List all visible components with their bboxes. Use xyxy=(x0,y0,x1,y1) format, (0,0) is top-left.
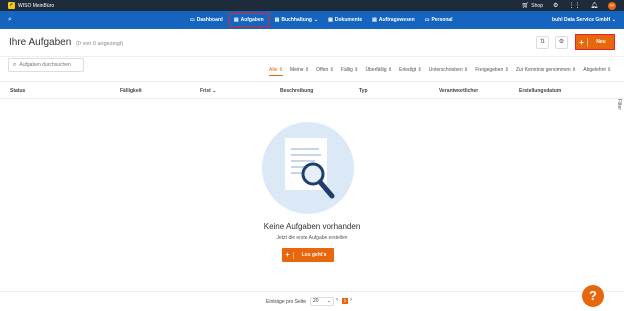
filter-label: Offen xyxy=(316,67,329,73)
per-page-select[interactable]: 20 ⌄ xyxy=(310,297,334,306)
task-search[interactable]: ⌕ xyxy=(8,58,84,72)
filter-side-tab[interactable]: Filter xyxy=(616,99,622,110)
page-title-text: Ihre Aufgaben xyxy=(9,37,72,48)
shop-link[interactable]: 🛒︎ Shop xyxy=(522,3,543,9)
nav-item-aufgaben[interactable]: ▤ Aufgaben xyxy=(228,13,269,27)
page-header: Ihre Aufgaben (0 von 0 angezeigt) ⇅ ⚙ + … xyxy=(0,29,624,57)
nav-item-label: Buchhaltung xyxy=(281,17,312,23)
get-started-label: Los geht's xyxy=(301,252,327,258)
orders-icon: ▤ xyxy=(372,17,377,23)
nav-item-personal[interactable]: ▭ Personal xyxy=(421,14,457,26)
plus-icon: + xyxy=(282,251,294,259)
chevron-down-icon: ⌄ xyxy=(313,17,319,23)
sort-button[interactable]: ⇅ xyxy=(536,36,549,49)
filter-erledigt[interactable]: Erledigt ⇕ xyxy=(399,67,422,76)
sort-icon: ⇅ xyxy=(539,39,546,45)
gear-icon[interactable]: ⚙ xyxy=(553,3,558,9)
search-input[interactable] xyxy=(19,62,80,68)
apps-grid-icon[interactable]: ⋮⋮ xyxy=(568,3,580,9)
dashboard-icon: ▭ xyxy=(190,17,195,23)
prev-page-icon[interactable]: ‹ xyxy=(336,297,338,303)
new-task-label: Neu xyxy=(596,39,606,45)
next-page-icon[interactable]: › xyxy=(350,297,352,303)
app-logo[interactable]: ✓ xyxy=(8,2,15,9)
personnel-icon: ▭ xyxy=(424,17,430,23)
filter-offen[interactable]: Offen ⇕ xyxy=(316,67,334,76)
nav-item-dashboard[interactable]: ▭ Dashboard xyxy=(186,14,227,26)
per-page-label: Einträge pro Seite xyxy=(266,299,307,305)
question-icon: ? xyxy=(589,288,597,303)
filter-label: Unterschrieben xyxy=(428,67,463,73)
nav-item-label: Aufgaben xyxy=(240,17,264,23)
column-erstellungsdatum[interactable]: Erstellungsdatum xyxy=(519,88,561,94)
chevron-down-icon: ⌄ xyxy=(212,88,217,94)
app-name: WISO MeinBüro xyxy=(18,2,55,9)
accounting-icon: ▤ xyxy=(274,17,280,23)
company-name: buhl Data Service GmbH xyxy=(552,17,611,23)
avatar[interactable]: PP xyxy=(608,1,616,10)
nav-item-label: Dokumente xyxy=(334,17,363,23)
filter-faellig[interactable]: Fällig ⇕ xyxy=(341,67,359,76)
filter-alle[interactable]: Alle ⇕ xyxy=(269,67,283,76)
top-bar: ✓ WISO MeinBüro 🛒︎ Shop ⚙ ⋮⋮ 🔔︎ PP xyxy=(0,0,624,11)
chevron-down-icon: ⌄ xyxy=(326,298,331,304)
bell-icon[interactable]: 🔔︎ xyxy=(590,3,598,9)
page-title: Ihre Aufgaben (0 von 0 angezeigt) xyxy=(9,37,123,48)
nav-item-auftragswesen[interactable]: ▤ Auftragswesen xyxy=(368,14,419,26)
nav-item-buchhaltung[interactable]: ▤ Buchhaltung ⌄ xyxy=(271,14,323,26)
column-status[interactable]: Status xyxy=(10,88,25,94)
column-label: Frist xyxy=(200,88,211,94)
filter-label: Alle xyxy=(269,67,278,73)
tasks-icon: ▤ xyxy=(233,17,239,23)
shop-label: Shop xyxy=(531,2,543,9)
gear-icon: ⚙ xyxy=(558,39,565,45)
filter-label: Zur Kenntnis genommen xyxy=(515,67,571,73)
settings-button[interactable]: ⚙ xyxy=(555,36,568,49)
nav-item-label: Auftragswesen xyxy=(378,17,415,23)
column-frist[interactable]: Frist ⌄ xyxy=(200,88,216,94)
help-button[interactable]: ? xyxy=(582,285,604,307)
documents-icon: ▣ xyxy=(328,17,333,23)
empty-state-subtitle: Jetzt die erste Aufgabe erstellen xyxy=(276,235,348,241)
table-header: Status Fälligkeit Frist ⌄ Beschreibung T… xyxy=(0,81,624,99)
company-selector[interactable]: buhl Data Service GmbH ⌄ xyxy=(552,17,616,23)
current-page[interactable]: 1 xyxy=(342,298,348,304)
search-icon: ⌕ xyxy=(13,61,17,68)
column-typ[interactable]: Typ xyxy=(359,88,368,94)
column-faelligkeit[interactable]: Fälligkeit xyxy=(120,88,142,94)
empty-state-title: Keine Aufgaben vorhanden xyxy=(263,222,361,231)
filter-label: Überfällig xyxy=(365,67,387,73)
filter-freigegeben[interactable]: Freigegeben ⇕ xyxy=(475,67,509,76)
cart-icon: 🛒︎ xyxy=(521,2,530,9)
filter-tabs: Alle ⇕ Meine ⇕ Offen ⇕ Fällig ⇕ Überfäll… xyxy=(269,67,618,76)
filter-label: Fällig xyxy=(340,67,353,73)
nav-item-label: Dashboard xyxy=(196,17,223,23)
filter-label: Erledigt xyxy=(399,67,417,73)
main-nav: ⌕ ▭ Dashboard ▤ Aufgaben ▤ Buchhaltung ⌄… xyxy=(0,11,624,29)
chevron-down-icon: ⌄ xyxy=(611,17,616,23)
filter-meine[interactable]: Meine ⇕ xyxy=(290,67,309,76)
magnifier-icon xyxy=(301,162,335,199)
filter-unterschrieben[interactable]: Unterschrieben ⇕ xyxy=(429,67,469,76)
get-started-button[interactable]: + Los geht's xyxy=(282,248,334,262)
column-verantwortlicher[interactable]: Verantwortlicher xyxy=(439,88,478,94)
filter-ueberfaellig[interactable]: Überfällig ⇕ xyxy=(365,67,392,76)
plus-icon: + xyxy=(576,37,588,47)
filter-abgelehnt[interactable]: Abgelehnt ⇕ xyxy=(583,67,611,76)
column-beschreibung[interactable]: Beschreibung xyxy=(280,88,313,94)
search-icon[interactable]: ⌕ xyxy=(8,16,12,24)
filter-label: Meine xyxy=(289,67,304,73)
per-page-value: 20 xyxy=(313,298,319,304)
pagination-bar: Einträge pro Seite 20 ⌄ ‹ 1 › xyxy=(0,291,624,311)
filter-label: Freigegeben xyxy=(475,67,504,73)
filter-zur-kenntnis[interactable]: Zur Kenntnis genommen ⇕ xyxy=(516,67,576,76)
nav-item-dokumente[interactable]: ▣ Dokumente xyxy=(324,14,366,26)
filter-label: Abgelehnt xyxy=(583,67,606,73)
nav-item-label: Personal xyxy=(431,17,453,23)
new-task-button[interactable]: + Neu xyxy=(575,34,615,50)
result-count: (0 von 0 angezeigt) xyxy=(76,41,124,47)
